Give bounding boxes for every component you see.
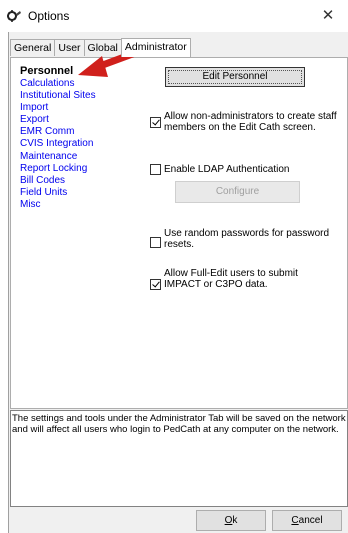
allow-full-edit-checkbox[interactable]: [150, 279, 161, 290]
tab-global[interactable]: Global: [83, 39, 122, 56]
sidebar-item-maintenance[interactable]: Maintenance: [20, 151, 96, 163]
window-title: Options: [28, 9, 70, 23]
tab-general[interactable]: General: [10, 39, 56, 56]
cancel-button[interactable]: Cancel: [272, 510, 342, 531]
sidebar-item-export[interactable]: Export: [20, 114, 96, 126]
admin-sidebar: Personnel Calculations Institutional Sit…: [20, 65, 96, 211]
sidebar-item-misc[interactable]: Misc: [20, 199, 96, 211]
random-passwords-label: Use random passwords for password resets…: [164, 228, 330, 250]
sidebar-item-personnel[interactable]: Personnel: [20, 65, 96, 78]
sidebar-item-institutional-sites[interactable]: Institutional Sites: [20, 90, 96, 102]
sidebar-item-calculations[interactable]: Calculations: [20, 78, 96, 90]
sidebar-item-cvis-integration[interactable]: CVIS Integration: [20, 138, 96, 150]
close-icon[interactable]: ✕: [308, 0, 348, 32]
random-passwords-checkbox[interactable]: [150, 237, 161, 248]
sidebar-item-emr-comm[interactable]: EMR Comm: [20, 126, 96, 138]
app-gear-icon: [7, 10, 21, 22]
tab-strip: General User Global Administrator: [10, 38, 191, 57]
allow-non-admin-checkbox[interactable]: [150, 117, 161, 128]
ok-button[interactable]: Ok: [196, 510, 266, 531]
allow-non-admin-label: Allow non-administrators to create staff…: [164, 111, 337, 133]
focus-rectangle: [168, 70, 302, 84]
sidebar-item-bill-codes[interactable]: Bill Codes: [20, 175, 96, 187]
sidebar-item-import[interactable]: Import: [20, 102, 96, 114]
configure-button[interactable]: Configure: [175, 181, 300, 203]
title-bar: Options ✕: [0, 0, 348, 32]
enable-ldap-checkbox[interactable]: [150, 164, 161, 175]
admin-info-text: The settings and tools under the Adminis…: [10, 410, 348, 507]
edit-personnel-button[interactable]: Edit Personnel: [165, 67, 305, 87]
tab-user[interactable]: User: [54, 39, 85, 56]
tab-administrator[interactable]: Administrator: [120, 38, 191, 57]
sidebar-item-report-locking[interactable]: Report Locking: [20, 163, 96, 175]
sidebar-item-field-units[interactable]: Field Units: [20, 187, 96, 199]
enable-ldap-label: Enable LDAP Authentication: [164, 164, 290, 175]
allow-full-edit-label: Allow Full-Edit users to submit IMPACT o…: [164, 268, 298, 290]
